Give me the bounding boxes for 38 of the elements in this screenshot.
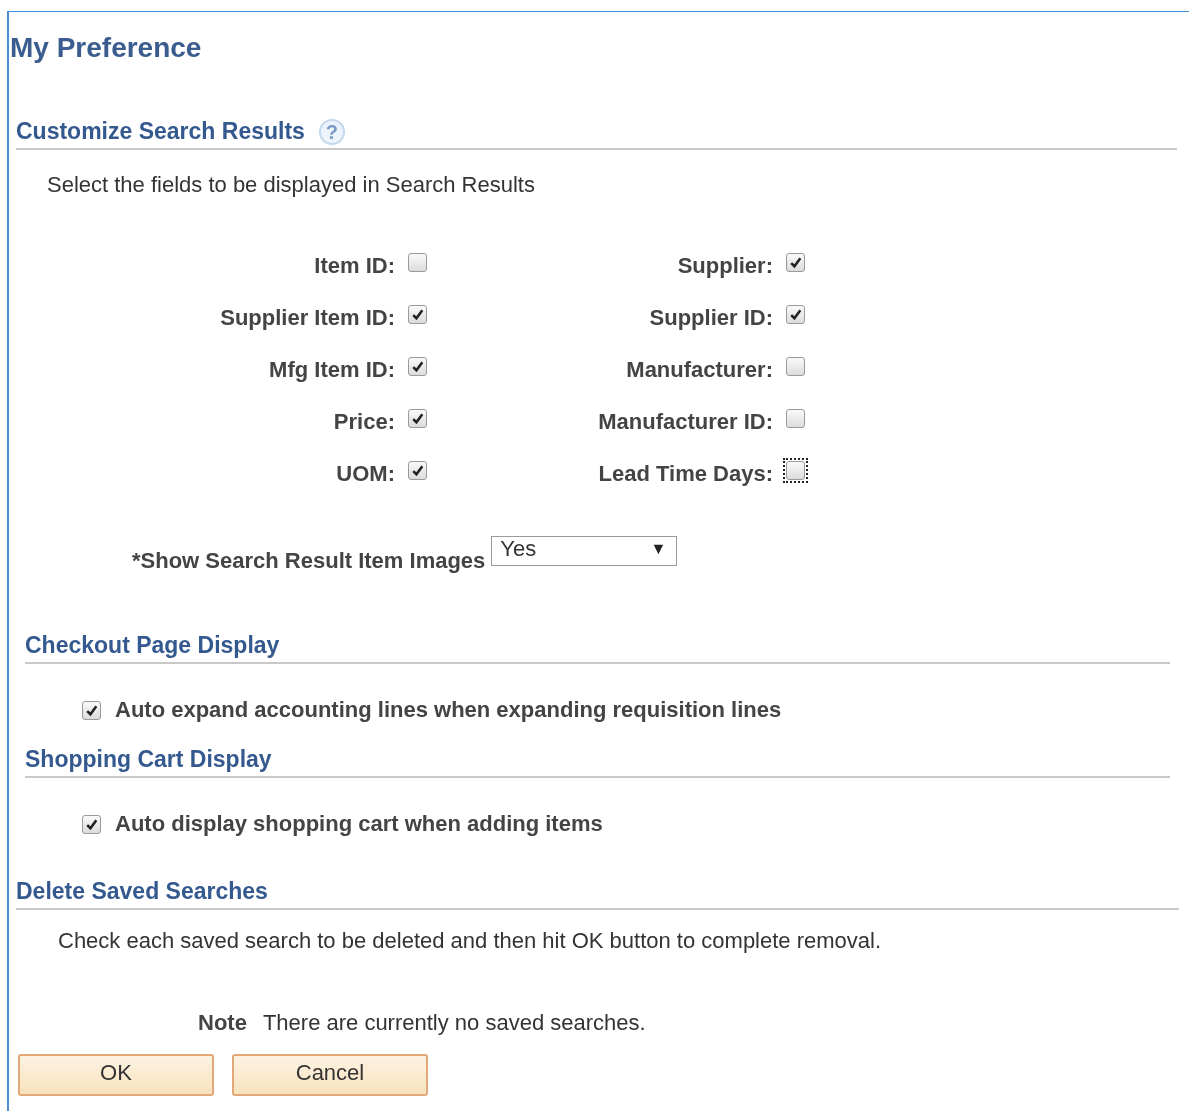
- field-label: Manufacturer:: [626, 357, 773, 383]
- action-button[interactable]: Cancel: [232, 1054, 428, 1096]
- checkbox[interactable]: [82, 814, 101, 834]
- description-text: Check each saved search to be deleted and then hit OK button to complete removal.: [57, 927, 883, 954]
- dropdown[interactable]: Yes ▼: [491, 536, 678, 566]
- field-label: Item ID:: [314, 253, 395, 279]
- field-label: Mfg Item ID:: [269, 357, 395, 383]
- checkbox[interactable]: [786, 304, 805, 324]
- checkbox[interactable]: [408, 304, 427, 324]
- section-heading: Customize Search Results: [16, 118, 305, 145]
- field-label: UOM:: [336, 461, 395, 487]
- field-label: Manufacturer ID:: [598, 409, 773, 435]
- section-heading: Checkout Page Display: [25, 632, 280, 659]
- checkbox-label: Auto expand accounting lines when expanding requisition lines: [115, 697, 782, 723]
- checkbox[interactable]: [786, 356, 805, 376]
- checkbox[interactable]: [786, 252, 805, 272]
- field-label: Supplier ID:: [649, 305, 773, 331]
- checkbox[interactable]: [408, 356, 427, 376]
- checkbox[interactable]: [408, 460, 427, 480]
- checkbox[interactable]: [408, 252, 427, 272]
- caret-icon: ▼: [650, 540, 667, 558]
- note-text: There are currently no saved searches.: [262, 1010, 646, 1036]
- field-label: Supplier Item ID:: [220, 305, 395, 331]
- field-label: Lead Time Days:: [598, 461, 773, 487]
- checkbox[interactable]: [786, 408, 805, 428]
- note-label: Note: [198, 1010, 247, 1036]
- required-mark: *: [132, 547, 141, 574]
- description-text: Select the fields to be displayed in Search Results: [46, 171, 536, 198]
- field-label: Price:: [333, 409, 395, 435]
- field-label: Supplier:: [677, 253, 773, 279]
- page-title: My Preference: [9, 31, 203, 65]
- section-heading: Shopping Cart Display: [25, 746, 272, 773]
- section-heading: Delete Saved Searches: [16, 878, 268, 905]
- field-label: Show Search Result Item Images: [140, 547, 486, 574]
- checkbox[interactable]: [408, 408, 427, 428]
- action-button[interactable]: OK: [18, 1054, 214, 1096]
- checkbox[interactable]: [82, 700, 101, 720]
- checkbox-label: Auto display shopping cart when adding items: [115, 811, 603, 837]
